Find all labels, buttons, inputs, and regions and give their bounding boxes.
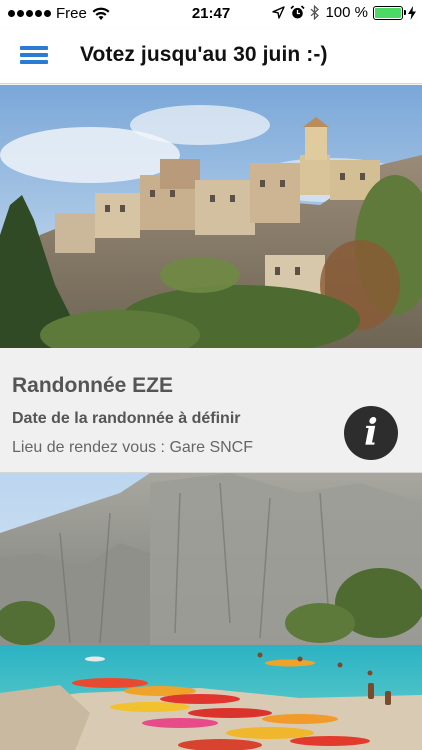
photo-calanques-kayaks[interactable] (0, 473, 422, 750)
hike-title: Randonnée EZE (12, 374, 174, 397)
calanques-illustration (0, 473, 422, 750)
page-title: Votez jusqu'au 30 juin :-) (80, 43, 328, 66)
hike-card-info[interactable]: Randonnée EZE Date de la randonnée à déf… (0, 348, 422, 473)
info-icon[interactable]: i (344, 406, 398, 460)
battery-percent: 100 % (325, 4, 368, 21)
bluetooth-icon (311, 5, 320, 20)
battery-fill (375, 7, 401, 18)
battery-icon (373, 5, 406, 20)
hike-feed[interactable]: Randonnée EZE Date de la randonnée à déf… (0, 85, 422, 750)
hike-card[interactable]: Randonnée EZE Date de la randonnée à déf… (0, 85, 422, 473)
hamburger-menu-icon[interactable] (20, 44, 48, 66)
hike-card[interactable] (0, 473, 422, 750)
photo-eze-village[interactable] (0, 85, 422, 348)
status-right: 100 % (272, 4, 416, 21)
info-glyph: i (364, 412, 378, 454)
eze-village-illustration (0, 85, 422, 348)
app-header: Votez jusqu'au 30 juin :-) (0, 28, 422, 84)
location-arrow-icon (272, 6, 286, 19)
status-bar: Free 21:47 100 % (0, 0, 422, 28)
alarm-clock-icon (290, 5, 306, 19)
charging-bolt-icon (408, 5, 416, 20)
